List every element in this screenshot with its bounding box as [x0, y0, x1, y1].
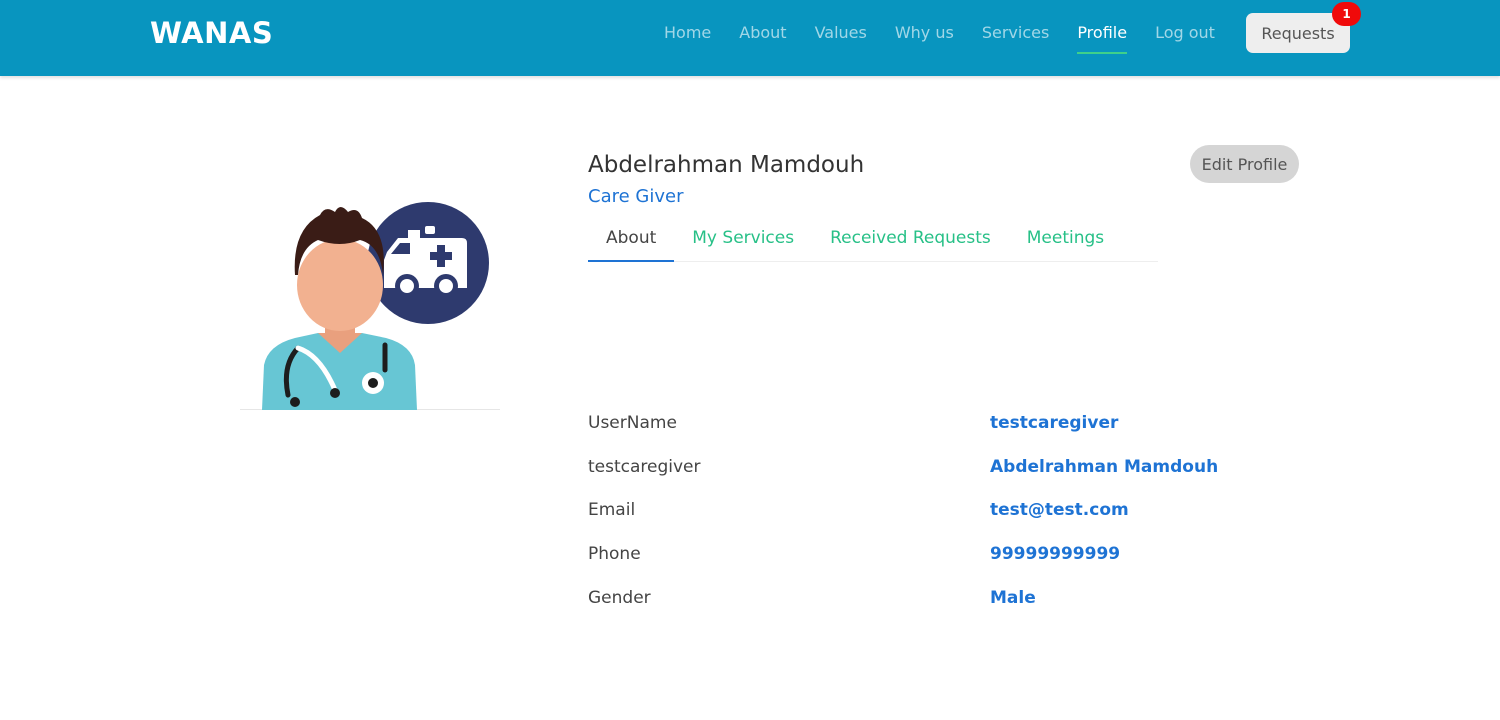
brand-logo[interactable]: WANAS — [150, 14, 273, 52]
profile-tabs: About My Services Received Requests Meet… — [588, 222, 1158, 262]
requests-count-badge: 1 — [1332, 2, 1361, 26]
profile-details: UserName testcaregiver testcaregiver Abd… — [588, 410, 1288, 628]
detail-row-email: Email test@test.com — [588, 497, 1288, 541]
detail-value: test@test.com — [990, 500, 1129, 521]
profile-role: Care Giver — [588, 186, 684, 207]
detail-label: UserName — [588, 413, 677, 433]
nav-home-link[interactable]: Home — [664, 22, 711, 44]
detail-row-username: UserName testcaregiver — [588, 410, 1288, 454]
detail-value: testcaregiver — [990, 413, 1119, 433]
detail-label: Phone — [588, 544, 641, 565]
tab-my-services[interactable]: My Services — [674, 222, 812, 261]
profile-avatar — [240, 190, 500, 410]
tab-meetings[interactable]: Meetings — [1009, 222, 1122, 261]
nav-logout-link[interactable]: Log out — [1155, 22, 1215, 44]
profile-name: Abdelrahman Mamdouh — [588, 152, 865, 178]
edit-profile-button[interactable]: Edit Profile — [1190, 145, 1299, 183]
detail-value: Abdelrahman Mamdouh — [990, 456, 1219, 477]
detail-row-phone: Phone 99999999999 — [588, 541, 1288, 585]
nav-values-link[interactable]: Values — [815, 22, 867, 44]
caregiver-avatar-icon — [262, 202, 489, 410]
detail-value: Male — [990, 587, 1036, 608]
detail-label: testcaregiver — [588, 456, 701, 477]
detail-label: Email — [588, 500, 636, 521]
detail-row-fullname: testcaregiver Abdelrahman Mamdouh — [588, 454, 1288, 498]
tab-received-requests[interactable]: Received Requests — [812, 222, 1009, 261]
detail-label: Gender — [588, 587, 651, 608]
detail-value: 99999999999 — [990, 544, 1121, 565]
nav-about-link[interactable]: About — [739, 22, 786, 44]
nav-profile-link[interactable]: Profile — [1077, 22, 1127, 54]
tab-about[interactable]: About — [588, 222, 675, 262]
nav-services-link[interactable]: Services — [982, 22, 1049, 44]
nav-why-us-link[interactable]: Why us — [895, 22, 954, 44]
top-navbar: WANAS Home About Values Why us Services … — [0, 0, 1500, 76]
detail-row-gender: Gender Male — [588, 585, 1288, 629]
nav-links: Home About Values Why us Services Profil… — [664, 22, 1243, 54]
